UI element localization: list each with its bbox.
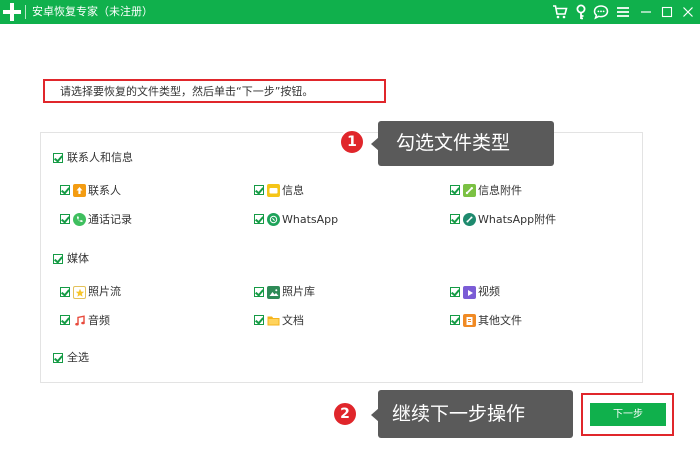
next-button-highlight: 下一步 — [581, 393, 674, 436]
attachment-icon — [463, 184, 476, 197]
photolibrary-label: 照片库 — [282, 285, 315, 298]
folder-icon — [267, 314, 280, 327]
callout-2-pointer — [371, 408, 379, 422]
instruction-text: 请选择要恢复的文件类型，然后单击“下一步”按钮。 — [60, 85, 314, 98]
message-icon — [267, 184, 280, 197]
chat-icon[interactable] — [591, 2, 611, 22]
messages-label: 信息 — [282, 184, 304, 197]
documents-label: 文档 — [282, 314, 304, 327]
file-type-panel: 联系人和信息 联系人 信息 信息附件 通话记录 WhatsApp WhatsAp… — [40, 132, 643, 383]
contacts-label: 联系人 — [88, 184, 121, 197]
photolibrary-icon — [267, 286, 280, 299]
audio-label: 音频 — [88, 314, 110, 327]
close-icon[interactable] — [678, 2, 698, 22]
photolibrary-checkbox[interactable] — [254, 287, 264, 297]
group-media-checkbox[interactable] — [53, 254, 63, 264]
video-icon — [463, 286, 476, 299]
whatsapp-attachments-label: WhatsApp附件 — [478, 213, 557, 226]
messages-checkbox[interactable] — [254, 185, 264, 195]
whatsapp-attachments-checkbox[interactable] — [450, 214, 460, 224]
cart-icon[interactable] — [550, 2, 570, 22]
call-log-checkbox[interactable] — [60, 214, 70, 224]
audio-checkbox[interactable] — [60, 315, 70, 325]
other-files-checkbox[interactable] — [450, 315, 460, 325]
menu-icon[interactable] — [613, 2, 633, 22]
step-2-badge: 2 — [332, 401, 358, 427]
next-button[interactable]: 下一步 — [590, 403, 666, 426]
callout-select-file-types: 勾选文件类型 — [378, 121, 554, 166]
documents-checkbox[interactable] — [254, 315, 264, 325]
step-1-badge: 1 — [339, 129, 365, 155]
whatsapp-attachment-icon — [463, 213, 476, 226]
phone-icon — [73, 213, 86, 226]
title-bar: 安卓恢复专家（未注册） — [0, 0, 700, 24]
minimize-icon[interactable] — [636, 2, 656, 22]
other-files-label: 其他文件 — [478, 314, 522, 327]
video-checkbox[interactable] — [450, 287, 460, 297]
photostream-icon — [73, 286, 86, 299]
whatsapp-checkbox[interactable] — [254, 214, 264, 224]
callout-next-step: 继续下一步操作 — [378, 390, 573, 438]
contact-icon — [73, 184, 86, 197]
contacts-checkbox[interactable] — [60, 185, 70, 195]
select-all-checkbox[interactable] — [53, 353, 63, 363]
video-label: 视频 — [478, 285, 500, 298]
group-contacts-checkbox[interactable] — [53, 153, 63, 163]
photostream-checkbox[interactable] — [60, 287, 70, 297]
select-all-label: 全选 — [67, 351, 89, 364]
audio-icon — [73, 314, 86, 327]
title-divider — [25, 5, 26, 19]
maximize-icon[interactable] — [657, 2, 677, 22]
instruction-highlight: 请选择要恢复的文件类型，然后单击“下一步”按钮。 — [43, 79, 386, 103]
callout-2-text: 继续下一步操作 — [392, 403, 526, 425]
callout-1-text: 勾选文件类型 — [396, 132, 511, 154]
whatsapp-icon — [267, 213, 280, 226]
message-attachments-checkbox[interactable] — [450, 185, 460, 195]
group-media-label: 媒体 — [67, 252, 89, 265]
other-file-icon — [463, 314, 476, 327]
app-logo-icon — [3, 3, 21, 21]
whatsapp-label: WhatsApp — [282, 213, 339, 226]
photostream-label: 照片流 — [88, 285, 121, 298]
callout-1-pointer — [371, 137, 379, 151]
call-log-label: 通话记录 — [88, 213, 132, 226]
key-icon[interactable] — [571, 2, 591, 22]
message-attachments-label: 信息附件 — [478, 184, 522, 197]
group-contacts-label: 联系人和信息 — [67, 151, 133, 164]
app-title: 安卓恢复专家（未注册） — [32, 5, 153, 18]
